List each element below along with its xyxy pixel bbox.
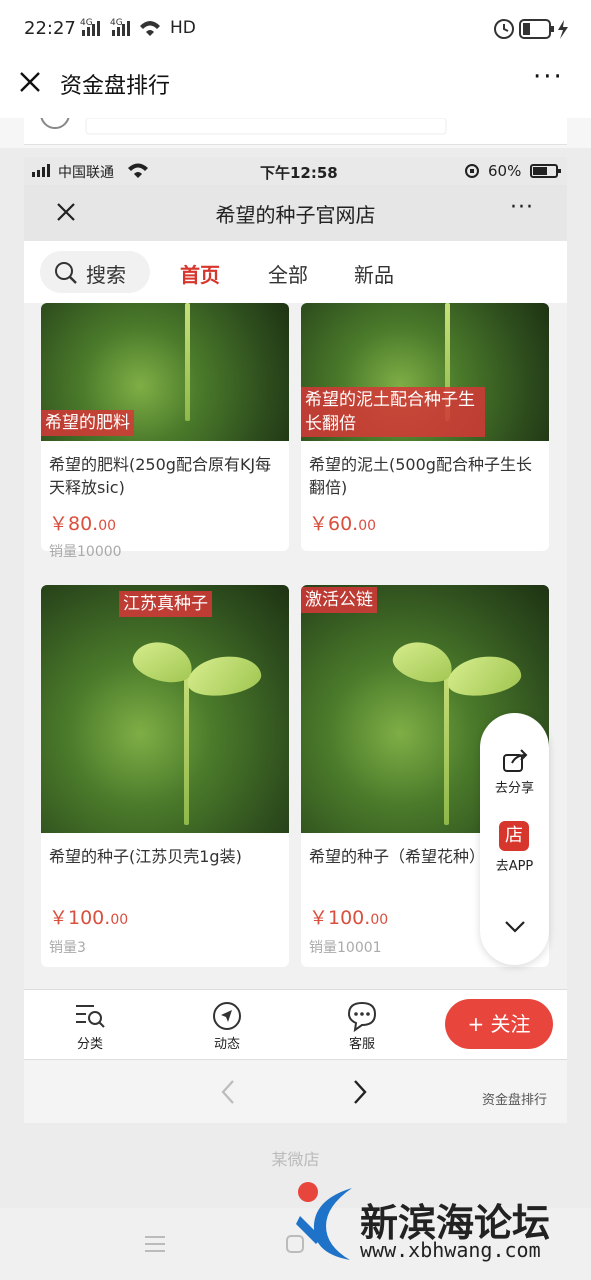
dynamic-button[interactable]: 动态 xyxy=(201,1033,253,1052)
chevron-down-icon[interactable] xyxy=(504,919,526,935)
back-icon[interactable] xyxy=(220,1079,236,1105)
product-name: 希望的种子(江苏贝壳1g装) xyxy=(49,847,242,866)
product-name: 希望的泥土(500g配合种子生长翻倍) xyxy=(309,455,532,497)
float-panel: 去分享 店 去APP xyxy=(480,713,549,965)
search-label: 搜索 xyxy=(86,263,126,287)
forward-icon[interactable] xyxy=(352,1079,368,1105)
app-button[interactable]: 去APP xyxy=(480,855,549,874)
product-tag: 希望的泥土配合种子生长翻倍 xyxy=(301,387,485,437)
product-price: ￥60.00 xyxy=(309,513,377,535)
product-sales: 销量10000 xyxy=(49,544,122,560)
browser-watermark: 资金盘排行 xyxy=(482,1093,548,1108)
hd-label: HD xyxy=(170,18,196,38)
embedded-screenshot: 中国联通 下午12:58 60% 希望的种子官网店 ··· 搜索 首页 全部 新… xyxy=(24,157,567,1123)
share-icon xyxy=(503,749,528,772)
product-name: 希望的肥料(250g配合原有KJ每天释放sic) xyxy=(49,455,272,497)
inner-rotation-icon xyxy=(464,163,480,183)
inner-carrier: 中国联通 xyxy=(58,165,114,181)
service-button[interactable]: 客服 xyxy=(336,1033,388,1052)
share-button[interactable]: 去分享 xyxy=(480,777,549,796)
tab-home[interactable]: 首页 xyxy=(180,259,220,288)
product-sales: 销量3 xyxy=(49,940,86,956)
product-image xyxy=(41,585,289,833)
category-button[interactable]: 分类 xyxy=(64,1033,116,1052)
product-tag: 希望的肥料 xyxy=(41,410,134,436)
svg-text:4G: 4G xyxy=(80,18,93,28)
tab-all[interactable]: 全部 xyxy=(268,259,308,288)
search-button[interactable]: 搜索 xyxy=(40,251,150,293)
search-icon xyxy=(55,262,77,284)
product-price: ￥100.00 xyxy=(49,907,129,929)
inner-battery-text: 60% xyxy=(488,162,522,180)
shop-title: 希望的种子官网店 xyxy=(215,203,376,227)
inner-time: 下午12:58 xyxy=(260,164,338,182)
more-button[interactable]: ··· xyxy=(533,62,564,92)
product-tag: 江苏真种子 xyxy=(119,591,212,617)
inner-signal-icon xyxy=(32,163,56,183)
previous-card xyxy=(24,118,567,145)
page-title: 资金盘排行 xyxy=(60,74,171,99)
close-icon[interactable] xyxy=(18,70,42,98)
category-icon xyxy=(76,1005,105,1028)
forum-logo-icon xyxy=(296,1182,352,1260)
follow-button[interactable]: + 关注 xyxy=(445,999,553,1049)
shop-app-icon: 店 xyxy=(499,821,529,851)
product-price: ￥80.00 xyxy=(49,513,117,535)
footer-text: 某微店 xyxy=(271,1150,320,1169)
product-price: ￥100.00 xyxy=(309,907,389,929)
status-right xyxy=(492,14,572,44)
chat-icon xyxy=(347,1001,377,1032)
inner-more-button[interactable]: ··· xyxy=(510,195,534,220)
product-sales: 销量10001 xyxy=(309,940,382,956)
product-card[interactable]: 希望的肥料 希望的肥料(250g配合原有KJ每天释放sic) ￥80.00 xyxy=(41,303,289,551)
product-card[interactable]: 希望的泥土配合种子生长翻倍 希望的泥土(500g配合种子生长翻倍) ￥60.00 xyxy=(301,303,549,551)
product-card[interactable]: 江苏真种子 希望的种子(江苏贝壳1g装) ￥100.00 销量3 xyxy=(41,585,289,967)
signal-icon: 4G 4G xyxy=(80,16,166,44)
product-name: 希望的种子（希望花种） xyxy=(309,847,486,866)
tab-new[interactable]: 新品 xyxy=(354,259,394,288)
compass-icon xyxy=(213,1002,241,1030)
status-time: 22:27 xyxy=(24,18,76,39)
product-tag: 激活公链 xyxy=(301,587,377,613)
inner-battery-icon xyxy=(530,163,562,183)
svg-text:4G: 4G xyxy=(110,18,123,28)
menu-icon[interactable] xyxy=(144,1234,166,1254)
watermark-url: www.xbhwang.com xyxy=(360,1238,541,1262)
inner-wifi-icon xyxy=(128,162,148,182)
